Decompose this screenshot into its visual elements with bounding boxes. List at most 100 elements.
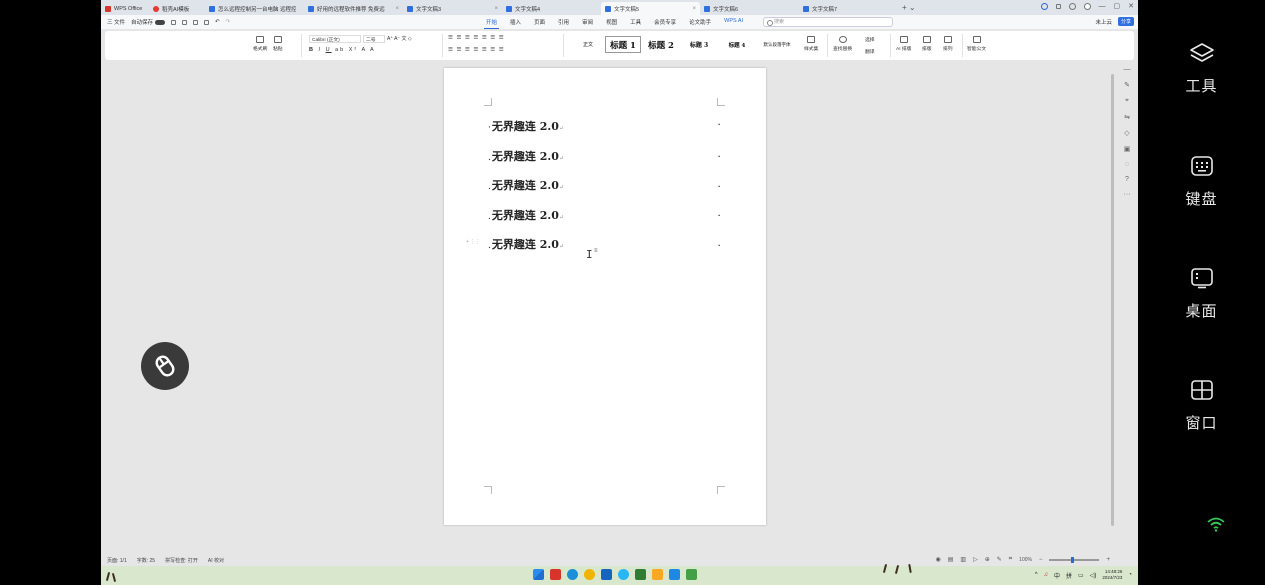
paragraph-5[interactable]: .无界趣连 2.0↵ [488, 238, 564, 252]
app-icon[interactable] [601, 569, 612, 580]
style-heading-1[interactable]: 标题 1 [605, 36, 641, 53]
tab-tools[interactable]: 工具 [630, 18, 641, 26]
paste-button[interactable]: 粘贴 [273, 36, 283, 52]
style-default-para-font[interactable]: 默认段落字体 [757, 36, 797, 53]
tab-review[interactable]: 审阅 [582, 18, 593, 26]
paragraph-controls-1[interactable]: ☰ ☰ ☰ ☰ ☰ ☰ ☰ [448, 35, 505, 41]
volume-icon[interactable]: ◁) [1090, 572, 1097, 579]
desktop-button[interactable]: 桌面 [1138, 267, 1265, 321]
tab-page[interactable]: 页面 [534, 18, 545, 26]
settings-icon[interactable] [1068, 2, 1076, 10]
new-tab-icon[interactable]: + ⌄ [902, 3, 916, 12]
paragraph-2[interactable]: .无界趣连 2.0↵ [488, 150, 564, 164]
font-size-select[interactable]: 二号 [363, 35, 385, 43]
cloud-upload-button[interactable]: 未上云 [1095, 18, 1112, 26]
web-view-icon[interactable]: ⊕ [985, 556, 990, 563]
close-icon[interactable]: × [395, 6, 399, 12]
tray-expand-icon[interactable]: ^ [1035, 572, 1038, 578]
notification-icon[interactable]: ◔ [1128, 572, 1132, 578]
play-icon[interactable]: ▷ [973, 556, 978, 563]
search-taskbar-icon[interactable] [618, 569, 629, 580]
collapse-icon[interactable]: — [1124, 66, 1131, 73]
page-view-icon[interactable]: ▤ [948, 556, 954, 563]
preview-icon[interactable] [204, 19, 210, 25]
share-button[interactable]: 分享 [1117, 17, 1134, 26]
wps-taskbar-icon[interactable] [550, 569, 561, 580]
undo-icon[interactable]: ↶ [215, 19, 220, 25]
tab-doc-3[interactable]: 文字文稿3 × [403, 2, 502, 15]
close-window-icon[interactable]: ✕ [1128, 2, 1134, 10]
tab-doc-7[interactable]: 文字文稿7 [799, 2, 898, 15]
tab-doc-5-active[interactable]: 文字文稿5 × [601, 2, 700, 15]
start-icon[interactable] [533, 569, 544, 580]
autosave-label[interactable]: 自动保存 [131, 18, 166, 26]
tab-doc-4[interactable]: 文字文稿4 [502, 2, 601, 15]
zoom-level[interactable]: 100% [1019, 557, 1032, 563]
maximize-icon[interactable]: ▢ [1114, 2, 1121, 10]
folder-icon[interactable] [652, 569, 663, 580]
paragraph-controls-2[interactable]: ☰ ☰ ☰ ☰ ☰ ☰ ☰ [448, 47, 505, 53]
outline-view-icon[interactable]: ▥ [960, 556, 966, 563]
layout-button[interactable]: 排版 [922, 36, 932, 52]
more-icon[interactable]: ··· [1124, 191, 1131, 198]
paragraph-4[interactable]: .无界趣连 2.0↵ [488, 209, 564, 223]
write-view-icon[interactable]: ✎ [997, 556, 1002, 563]
vertical-scrollbar[interactable] [1111, 74, 1114, 526]
style-normal[interactable]: 正文 [571, 36, 605, 53]
ime-layout[interactable]: 拼 [1066, 571, 1072, 580]
zoom-out-icon[interactable]: − [1039, 557, 1043, 563]
export-icon[interactable] [182, 19, 188, 25]
ai-check[interactable]: AI 校对 [208, 557, 224, 564]
eye-icon[interactable]: ◉ [936, 556, 941, 563]
tray-app-icon[interactable]: ♫ [1044, 572, 1049, 578]
zoom-slider[interactable] [1049, 556, 1100, 563]
paragraph-3[interactable]: .无界趣连 2.0↵ [488, 179, 564, 193]
template-icon[interactable]: ▣ [1124, 145, 1131, 153]
spell-check[interactable]: 拼写检查: 打开 [165, 557, 198, 564]
translate-button[interactable]: 翻译 [865, 48, 875, 55]
zoom-in-icon[interactable]: + [1106, 557, 1110, 563]
chrome-icon[interactable] [584, 569, 595, 580]
page-count[interactable]: 页面: 1/1 [107, 557, 127, 564]
backup-icon[interactable]: ◌ [1125, 161, 1129, 168]
document-area[interactable]: ·无界趣连 2.0↵ .无界趣连 2.0↵ .无界趣连 2.0↵ .无界趣连 2… [101, 62, 1138, 554]
paragraph-drag-handle-icon[interactable]: + ⋮⋮ [466, 239, 480, 245]
account-icon[interactable] [1040, 2, 1048, 10]
tab-insert[interactable]: 插入 [510, 18, 521, 26]
tab-paper-assistant[interactable]: 论文助手 [689, 18, 711, 26]
print-icon[interactable] [193, 19, 199, 25]
style-heading-3[interactable]: 标题 3 [681, 36, 717, 53]
style-heading-4[interactable]: 标题 4 [719, 36, 755, 53]
tools-button[interactable]: 工具 [1138, 42, 1265, 96]
font-size-controls[interactable]: A⁺ A⁻ 文 ◇ [387, 35, 412, 42]
smart-doc-button[interactable]: 智能公文 [967, 36, 986, 52]
close-icon[interactable]: × [494, 6, 498, 12]
tab-doc-1[interactable]: 怎么远程控制另一台电脑 远程控制另一台电脑 [205, 2, 304, 15]
floating-mouse-button[interactable] [141, 342, 189, 390]
tab-doc-6[interactable]: 文字文稿6 [700, 2, 799, 15]
network-icon[interactable]: ▭ [1078, 572, 1084, 579]
file-menu[interactable]: 三 文件 [107, 18, 125, 26]
keyboard-button[interactable]: 键盘 [1138, 155, 1265, 209]
find-replace-button[interactable]: 查找替换 [833, 36, 852, 52]
document-page[interactable]: ·无界趣连 2.0↵ .无界趣连 2.0↵ .无界趣连 2.0↵ .无界趣连 2… [444, 68, 766, 525]
redo-icon[interactable]: ↷ [226, 19, 231, 25]
search-input[interactable]: 搜索 [763, 17, 893, 27]
minimize-icon[interactable]: — [1099, 3, 1106, 10]
clock[interactable]: 14:48:26 2024/7/23 [1102, 569, 1122, 581]
style-heading-2[interactable]: 标题 2 [643, 36, 679, 53]
fit-icon[interactable]: ⌗ [1009, 556, 1012, 563]
window-button[interactable]: 窗口 [1138, 379, 1265, 433]
font-select[interactable]: Calibri (正文) [309, 35, 361, 43]
shape-icon[interactable]: ◇ [1124, 129, 1129, 137]
arrange-button[interactable]: 排列 [943, 36, 953, 52]
word-count[interactable]: 字数: 25 [137, 557, 155, 564]
close-icon[interactable]: × [692, 6, 696, 12]
tab-start[interactable]: 开始 [483, 18, 500, 29]
avatar[interactable] [1083, 2, 1091, 10]
help-icon[interactable]: ? [1125, 176, 1129, 183]
files-icon[interactable] [635, 569, 646, 580]
tab-reference[interactable]: 引用 [558, 18, 569, 26]
ime-indicator[interactable]: 中 [1054, 571, 1060, 580]
pen-icon[interactable]: ✎ [1124, 81, 1130, 89]
